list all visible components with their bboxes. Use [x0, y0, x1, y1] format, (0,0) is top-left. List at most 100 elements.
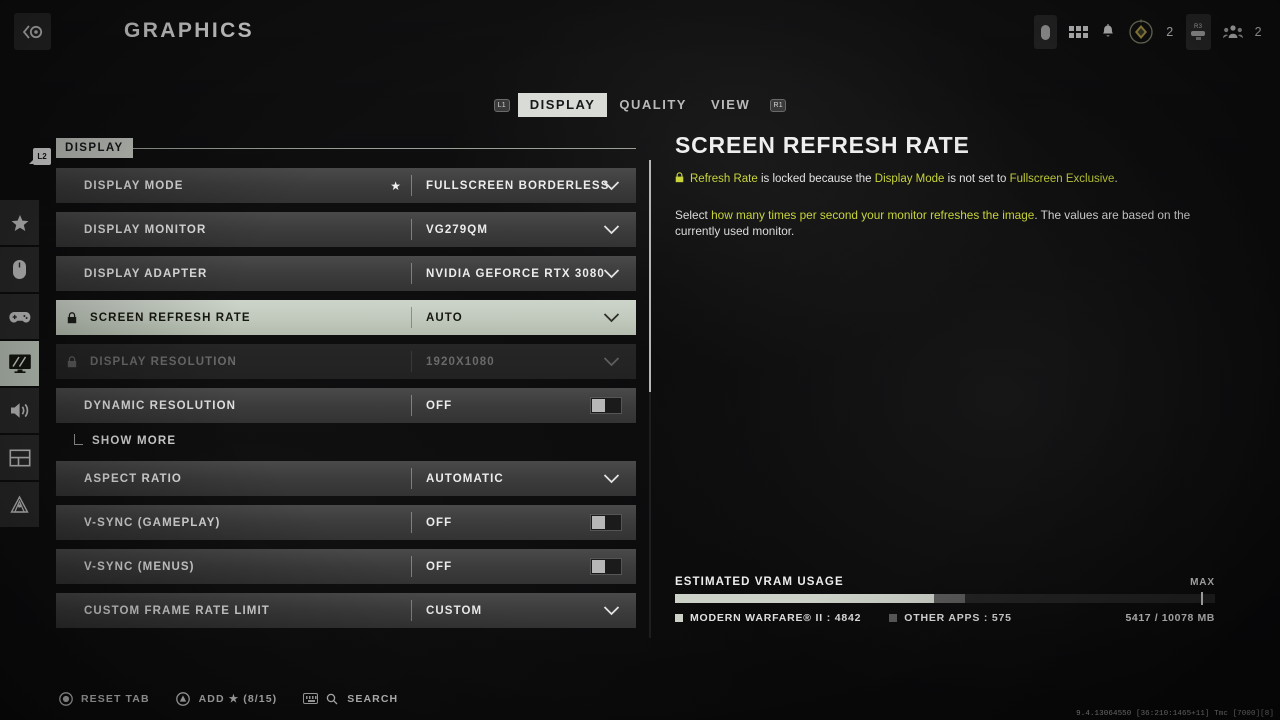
- page-title: GRAPHICS: [124, 19, 255, 42]
- setting-row-aspect-ratio[interactable]: ASPECT RATIO AUTOMATIC: [56, 461, 636, 496]
- sidebar-item-controller[interactable]: [0, 294, 39, 339]
- controller-icon: [8, 311, 30, 322]
- tab-display[interactable]: DISPLAY: [517, 93, 608, 117]
- locked-text-6: .: [1114, 173, 1118, 185]
- locked-term-refresh-rate: Refresh Rate: [690, 173, 758, 185]
- l2-trigger-badge: L2: [29, 148, 51, 165]
- setting-row-custom-frame-rate-limit[interactable]: CUSTOM FRAME RATE LIMIT CUSTOM: [56, 593, 636, 628]
- show-more-button[interactable]: SHOW MORE: [56, 428, 636, 454]
- setting-label: V-SYNC (MENUS): [84, 560, 195, 573]
- search-button[interactable]: SEARCH: [303, 691, 398, 706]
- scrollbar-thumb[interactable]: [649, 160, 651, 392]
- setting-row-display-monitor[interactable]: DISPLAY MONITOR VG279QM: [56, 212, 636, 247]
- toggle-switch[interactable]: [590, 514, 622, 531]
- sidebar-item-mouse-keyboard[interactable]: [0, 247, 39, 292]
- toggle-switch[interactable]: [590, 397, 622, 414]
- settings-scrollbar[interactable]: [649, 160, 651, 638]
- locked-text-4: is not set to: [944, 173, 1010, 185]
- setting-label: DISPLAY ADAPTER: [84, 267, 208, 280]
- rank-count: 2: [1166, 25, 1174, 39]
- row-divider: [411, 512, 412, 533]
- vram-segment-game: [675, 594, 935, 603]
- tab-view[interactable]: VIEW: [699, 93, 762, 117]
- chevron-down-icon[interactable]: [603, 178, 620, 191]
- lock-icon: [67, 355, 79, 368]
- r3-stick-button-icon[interactable]: R3: [1185, 14, 1211, 50]
- vram-other-text: OTHER APPS : 575: [904, 612, 1012, 624]
- toggle-switch[interactable]: [590, 558, 622, 575]
- rank-emblem-icon[interactable]: [1128, 19, 1154, 45]
- setting-label: SCREEN REFRESH RATE: [90, 311, 251, 324]
- info-title: SCREEN REFRESH RATE: [675, 132, 970, 158]
- top-bar: GRAPHICS 2 R3 2: [0, 0, 1280, 64]
- reset-tab-button[interactable]: RESET TAB: [58, 691, 150, 706]
- sidebar-item-audio[interactable]: [0, 388, 39, 433]
- locked-term-display-mode: Display Mode: [874, 173, 945, 185]
- setting-row-display-adapter[interactable]: DISPLAY ADAPTER NVIDIA GEFORCE RTX 3080: [56, 256, 636, 291]
- star-icon: [11, 214, 28, 231]
- vram-usage-panel: ESTIMATED VRAM USAGE MAX MODERN WARFARE®…: [675, 576, 1215, 624]
- sidebar-item-favorites[interactable]: [0, 200, 39, 245]
- favorite-star-icon[interactable]: ★: [390, 179, 401, 193]
- vram-max-label: MAX: [1190, 577, 1215, 588]
- sidebar-item-graphics[interactable]: [0, 341, 39, 386]
- setting-row-screen-refresh-rate[interactable]: SCREEN REFRESH RATE AUTO: [56, 300, 636, 335]
- microphone-pill-icon[interactable]: [1034, 15, 1058, 49]
- row-divider: [411, 175, 412, 196]
- section-header: DISPLAY: [56, 138, 636, 158]
- chevron-down-icon[interactable]: [603, 471, 620, 484]
- vram-segment-other: [934, 594, 966, 603]
- back-arrow-circle-icon: [22, 24, 42, 39]
- tab-quality[interactable]: QUALITY: [607, 93, 699, 117]
- lock-icon: [67, 311, 79, 324]
- row-divider: [411, 395, 412, 416]
- setting-label: ASPECT RATIO: [84, 472, 182, 485]
- vram-title: ESTIMATED VRAM USAGE: [675, 576, 844, 588]
- party-members-icon[interactable]: [1222, 24, 1243, 40]
- setting-row-display-resolution[interactable]: DISPLAY RESOLUTION 1920X1080: [56, 344, 636, 379]
- sidebar-item-interface[interactable]: [0, 435, 39, 480]
- row-divider: [411, 556, 412, 577]
- right-bumper-indicator: R1: [770, 98, 787, 112]
- telemetry-radar-icon: [10, 495, 29, 513]
- setting-label: V-SYNC (GAMEPLAY): [84, 516, 221, 529]
- legend-swatch-game: [675, 614, 683, 622]
- setting-row-display-mode[interactable]: DISPLAY MODE ★ FULLSCREEN BORDERLESS: [56, 168, 636, 203]
- vram-max-tick: [1201, 592, 1203, 605]
- chevron-down-icon[interactable]: [603, 603, 620, 616]
- chevron-down-icon[interactable]: [603, 354, 620, 367]
- vram-game-text: MODERN WARFARE® II : 4842: [690, 612, 862, 624]
- setting-row-vsync-menus[interactable]: V-SYNC (MENUS) OFF: [56, 549, 636, 584]
- build-version-text: 9.4.13064550 [36:210:1465+11] Tmc [7000]…: [1076, 710, 1274, 718]
- sidebar-item-telemetry[interactable]: [0, 482, 39, 527]
- vram-total: 5417 / 10078 MB: [1125, 612, 1215, 624]
- vram-header: ESTIMATED VRAM USAGE MAX: [675, 576, 1215, 588]
- category-rail: [0, 200, 46, 529]
- setting-label: DYNAMIC RESOLUTION: [84, 399, 237, 412]
- triangle-button-icon: [176, 691, 191, 706]
- grid-menu-icon[interactable]: [1069, 26, 1089, 38]
- setting-label: DISPLAY MONITOR: [84, 223, 207, 236]
- keyboard-icon: [303, 693, 319, 704]
- desc-part-a: Select: [675, 207, 712, 222]
- vram-legend: MODERN WARFARE® II : 4842 OTHER APPS : 5…: [675, 612, 1215, 624]
- row-divider: [411, 263, 412, 284]
- back-button[interactable]: [14, 13, 51, 50]
- speaker-audio-icon: [10, 403, 28, 418]
- row-divider: [411, 219, 412, 240]
- vram-legend-game: MODERN WARFARE® II : 4842: [675, 612, 861, 624]
- show-more-label: SHOW MORE: [92, 435, 177, 447]
- notification-bell-icon[interactable]: [1100, 23, 1116, 41]
- chevron-down-icon[interactable]: [603, 310, 620, 323]
- legend-swatch-other: [889, 614, 898, 622]
- add-favorite-button[interactable]: ADD ★ (8/15): [176, 691, 278, 706]
- chevron-down-icon[interactable]: [603, 222, 620, 235]
- add-favorite-label: ADD ★ (8/15): [198, 692, 278, 705]
- setting-row-vsync-gameplay[interactable]: V-SYNC (GAMEPLAY) OFF: [56, 505, 636, 540]
- chevron-down-icon[interactable]: [603, 266, 620, 279]
- row-divider: [411, 468, 412, 489]
- setting-row-dynamic-resolution[interactable]: DYNAMIC RESOLUTION OFF: [56, 388, 636, 423]
- section-divider: [132, 147, 636, 149]
- header-status-icons: 2 R3 2: [1034, 14, 1262, 50]
- vram-bar: [675, 592, 1215, 605]
